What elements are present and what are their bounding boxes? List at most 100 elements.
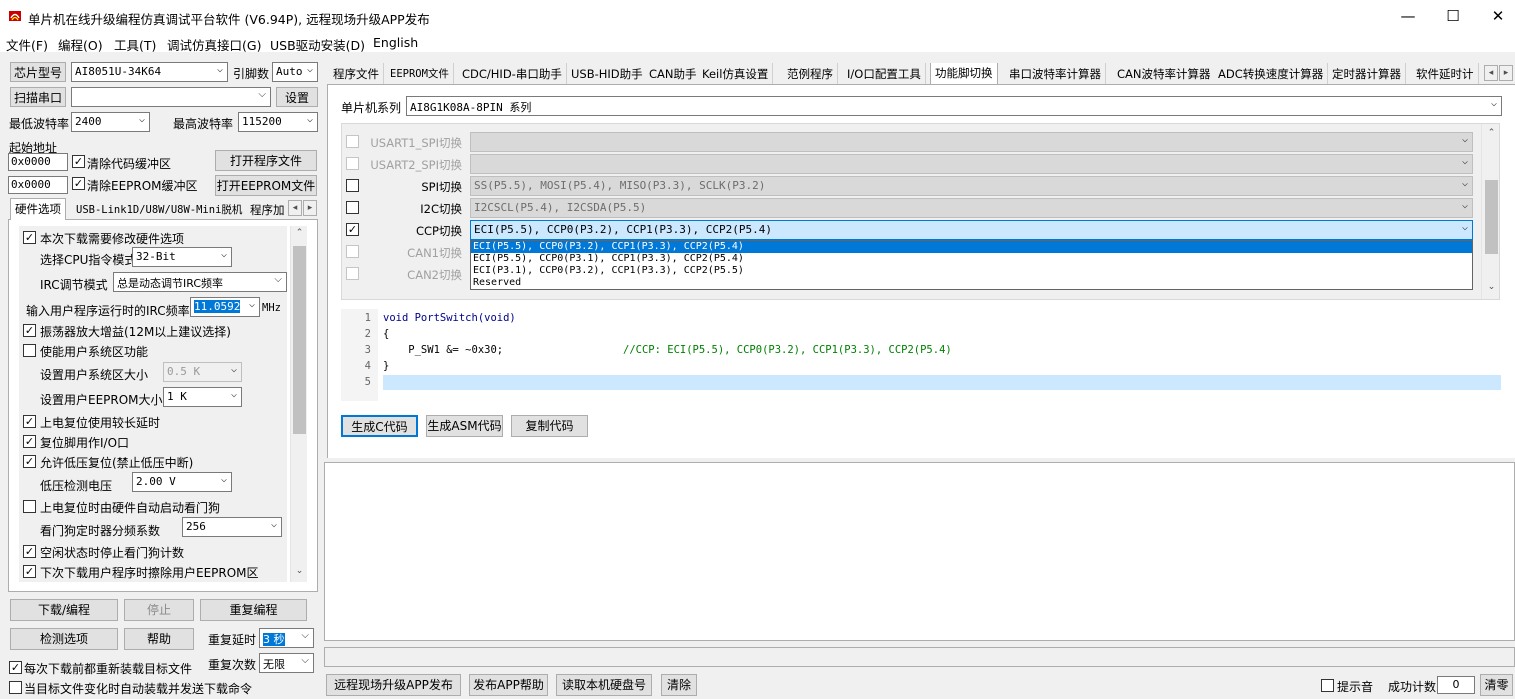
tab-adc-speed[interactable]: ADC转换速度计算器 <box>1214 63 1329 84</box>
open-program-file-button[interactable]: 打开程序文件 <box>215 150 317 171</box>
usart2-spi-select[interactable]: ⌵ <box>470 154 1473 174</box>
code-address-input[interactable]: 0x0000 <box>8 153 68 171</box>
tab-cdc-hid-serial[interactable]: CDC/HID-串口助手 <box>458 63 567 84</box>
settings-button[interactable]: 设置 <box>276 87 318 107</box>
tab-can-baud[interactable]: CAN波特率计算器 <box>1113 63 1216 84</box>
menu-file[interactable]: 文件(F) <box>6 35 48 54</box>
osc-gain-checkbox[interactable]: ✓ <box>23 324 36 337</box>
long-delay-checkbox[interactable]: ✓ <box>23 415 36 428</box>
publish-help-button[interactable]: 发布APP帮助 <box>469 674 548 696</box>
sys-area-checkbox[interactable] <box>23 344 36 357</box>
menu-debug[interactable]: 调试仿真接口(G) <box>167 35 261 54</box>
modify-hw-checkbox[interactable]: ✓ <box>23 231 36 244</box>
wdt-div-select[interactable]: 256 ⌵ <box>182 517 282 537</box>
clear-eeprom-checkbox[interactable]: ✓ <box>72 177 85 190</box>
scroll-up-icon[interactable]: ⌃ <box>291 228 308 238</box>
lvr-checkbox[interactable]: ✓ <box>23 455 36 468</box>
repeat-count-select[interactable]: 无限 ⌵ <box>259 653 314 673</box>
minimize-button[interactable]: — <box>1385 0 1431 32</box>
erase-eeprom-checkbox[interactable]: ✓ <box>23 565 36 578</box>
scroll-down-icon[interactable]: ⌄ <box>1482 282 1499 292</box>
spi-switch-select[interactable]: SS(P5.5), MOSI(P5.4), MISO(P3.3), SCLK(P… <box>470 176 1473 196</box>
menu-english[interactable]: English <box>373 35 418 50</box>
stop-button[interactable]: 停止 <box>124 599 194 621</box>
i2c-switch-select[interactable]: I2CSCL(P5.4), I2CSDA(P5.5) ⌵ <box>470 198 1473 218</box>
read-hdd-button[interactable]: 读取本机硬盘号 <box>556 674 652 696</box>
menu-usb-driver[interactable]: USB驱动安装(D) <box>270 35 365 54</box>
reload-checkbox[interactable]: ✓ <box>9 661 22 674</box>
wdt-auto-checkbox[interactable] <box>23 500 36 513</box>
maximize-button[interactable]: ☐ <box>1430 0 1476 32</box>
tab-uart-baud[interactable]: 串口波特率计算器 <box>1005 63 1106 84</box>
idle-wdt-checkbox[interactable]: ✓ <box>23 545 36 558</box>
tab-scroll-right-icon[interactable]: ▸ <box>303 200 317 216</box>
tab-pin-switch[interactable]: 功能脚切换 <box>930 63 998 84</box>
mcu-series-select[interactable]: AI8G1K08A-8PIN 系列 ⌵ <box>406 96 1502 116</box>
copy-code-button[interactable]: 复制代码 <box>511 415 588 437</box>
dropdown-option[interactable]: ECI(P3.1), CCP0(P3.2), CCP1(P3.3), CCP2(… <box>471 265 1472 277</box>
tab-program-add[interactable]: 程序加 <box>246 200 289 220</box>
can2-switch-checkbox[interactable] <box>346 267 359 280</box>
menu-program[interactable]: 编程(O) <box>58 35 103 54</box>
repeat-program-button[interactable]: 重复编程 <box>200 599 307 621</box>
scroll-down-icon[interactable]: ⌄ <box>291 566 308 576</box>
tab-examples[interactable]: 范例程序 <box>783 63 838 84</box>
scroll-thumb[interactable] <box>293 246 306 434</box>
dropdown-option[interactable]: ECI(P5.5), CCP0(P3.1), CCP1(P3.3), CCP2(… <box>471 253 1472 265</box>
repeat-delay-select[interactable]: 3 秒 ⌵ <box>259 628 314 648</box>
clear-log-button[interactable]: 清除 <box>661 674 697 696</box>
scan-port-button[interactable]: 扫描串口 <box>10 87 66 107</box>
ccp-switch-select[interactable]: ECI(P5.5), CCP0(P3.2), CCP1(P3.3), CCP2(… <box>470 220 1473 240</box>
ccp-switch-checkbox[interactable]: ✓ <box>346 223 359 236</box>
tab-soft-delay[interactable]: 软件延时计 <box>1412 63 1479 84</box>
tab-usb-link[interactable]: USB-Link1D/U8W/U8W-Mini脱机 <box>72 200 246 220</box>
download-program-button[interactable]: 下载/编程 <box>10 599 118 621</box>
usart1-spi-checkbox[interactable] <box>346 135 359 148</box>
irc-mode-select[interactable]: 总是动态调节IRC频率 ⌵ <box>113 272 287 292</box>
min-baud-select[interactable]: 2400 ⌵ <box>71 112 150 132</box>
cpu-mode-select[interactable]: 32-Bit ⌵ <box>132 247 232 267</box>
beep-checkbox[interactable] <box>1321 679 1334 692</box>
publish-app-button[interactable]: 远程现场升级APP发布 <box>326 674 461 696</box>
dropdown-option[interactable]: ECI(P5.5), CCP0(P3.2), CCP1(P3.3), CCP2(… <box>471 241 1472 253</box>
menu-tools[interactable]: 工具(T) <box>114 35 156 54</box>
pin-list-scrollbar[interactable]: ⌃ ⌄ <box>1481 124 1499 299</box>
reset-count-button[interactable]: 清零 <box>1480 674 1513 696</box>
dropdown-option[interactable]: Reserved <box>471 277 1472 289</box>
generate-asm-button[interactable]: 生成ASM代码 <box>426 415 503 437</box>
tab-timer-calc[interactable]: 定时器计算器 <box>1328 63 1406 84</box>
tab-scroll-left-icon[interactable]: ◂ <box>288 200 302 216</box>
can1-switch-checkbox[interactable] <box>346 245 359 258</box>
i2c-switch-checkbox[interactable] <box>346 201 359 214</box>
port-select[interactable]: ⌵ <box>71 87 271 107</box>
lvd-select[interactable]: 2.00 V ⌵ <box>132 472 232 492</box>
chip-type-button[interactable]: 芯片型号 <box>10 62 66 82</box>
spi-switch-checkbox[interactable] <box>346 179 359 192</box>
tab-io-config[interactable]: I/O口配置工具 <box>843 63 926 84</box>
tab-scroll-right-icon[interactable]: ▸ <box>1499 65 1513 81</box>
reset-io-checkbox[interactable]: ✓ <box>23 435 36 448</box>
help-button[interactable]: 帮助 <box>124 628 194 650</box>
hw-options-scrollbar[interactable]: ⌃ ⌄ <box>290 226 307 582</box>
usart2-spi-checkbox[interactable] <box>346 157 359 170</box>
clear-code-checkbox[interactable]: ✓ <box>72 155 85 168</box>
open-eeprom-file-button[interactable]: 打开EEPROM文件 <box>215 175 317 196</box>
usart1-spi-select[interactable]: ⌵ <box>470 132 1473 152</box>
output-log[interactable] <box>324 462 1515 641</box>
tab-scroll-left-icon[interactable]: ◂ <box>1484 65 1498 81</box>
check-options-button[interactable]: 检测选项 <box>10 628 118 650</box>
sys-size-select[interactable]: 0.5 K ⌵ <box>163 362 242 382</box>
tab-keil-sim[interactable]: Keil仿真设置 <box>698 63 774 84</box>
tab-hardware-options[interactable]: 硬件选项 <box>10 198 66 220</box>
scroll-thumb[interactable] <box>1485 180 1498 254</box>
eeprom-address-input[interactable]: 0x0000 <box>8 176 68 194</box>
tab-can[interactable]: CAN助手 <box>645 63 702 84</box>
tab-usb-hid[interactable]: USB-HID助手 <box>567 63 648 84</box>
tab-eeprom-file[interactable]: EEPROM文件 <box>386 63 454 84</box>
max-baud-select[interactable]: 115200 ⌵ <box>238 112 318 132</box>
code-editor[interactable]: 1 2 3 4 5 void PortSwitch(void) { P_SW1 … <box>341 309 1502 401</box>
chip-select[interactable]: AI8051U-34K64 ⌵ <box>71 62 228 82</box>
close-button[interactable]: ✕ <box>1475 0 1515 32</box>
eeprom-size-select[interactable]: 1 K ⌵ <box>163 387 242 407</box>
irc-freq-select[interactable]: 11.0592 ⌵ <box>190 297 260 317</box>
